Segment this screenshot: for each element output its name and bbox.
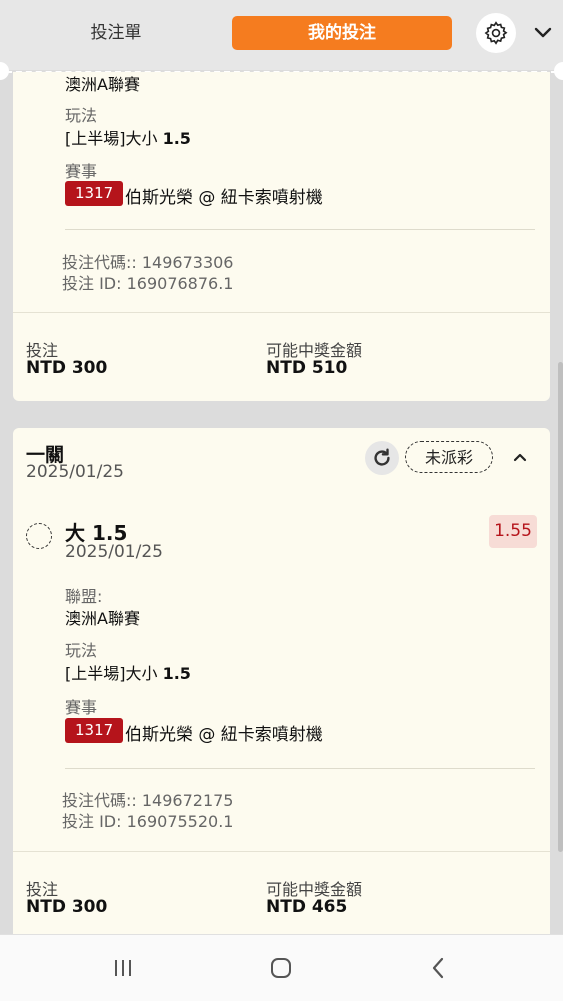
payout-value: NTD 510: [266, 358, 348, 378]
bet-card: 澳洲A聯賽 玩法 [上半場]大小 1.5 賽事 1317 伯斯光榮 @ 紐卡索噴…: [13, 72, 550, 401]
footer-divider: [13, 851, 550, 852]
odds-badge: 1.55: [489, 515, 537, 548]
market-value: [上半場]大小 1.5: [65, 664, 191, 683]
payout-value: NTD 465: [266, 897, 348, 917]
refresh-icon: [374, 448, 390, 466]
market-label: 玩法: [65, 106, 98, 125]
bet-id: 投注 ID: 169075520.1: [62, 812, 234, 831]
selection-status-icon: [26, 523, 52, 549]
chevron-down-icon: [534, 27, 552, 38]
event-label: 賽事: [65, 162, 98, 181]
event-label: 賽事: [65, 698, 98, 717]
recent-apps-icon: [115, 960, 131, 976]
collapse-button[interactable]: [507, 444, 533, 470]
tab-my-bets[interactable]: 我的投注: [232, 16, 452, 50]
bets-list[interactable]: 澳洲A聯賽 玩法 [上半場]大小 1.5 賽事 1317 伯斯光榮 @ 紐卡索噴…: [0, 72, 563, 934]
event-name: 伯斯光榮 @ 紐卡索噴射機: [125, 188, 323, 208]
divider: [65, 229, 535, 230]
bet-panel-header: 投注單 我的投注: [0, 0, 563, 70]
chevron-up-icon: [513, 453, 527, 462]
bet-card: 一關 2025/01/25 未派彩 大 1.5 2025/01/25 1.55 …: [13, 428, 550, 934]
event-id-badge: 1317: [65, 718, 124, 743]
system-nav-bar: [0, 934, 563, 1001]
scrollbar[interactable]: [558, 362, 563, 852]
home-button[interactable]: [261, 953, 301, 983]
league-label: 聯盟:: [65, 587, 103, 606]
selection-date: 2025/01/25: [65, 542, 163, 562]
status-badge: 未派彩: [405, 441, 493, 473]
league-value: 澳洲A聯賽: [65, 609, 140, 628]
league-value: 澳洲A聯賽: [65, 75, 140, 94]
bet-id: 投注 ID: 169076876.1: [62, 274, 234, 293]
stake-value: NTD 300: [26, 358, 108, 378]
refresh-button[interactable]: [365, 441, 399, 475]
bet-date: 2025/01/25: [26, 462, 124, 482]
stake-value: NTD 300: [26, 897, 108, 917]
tab-bet-slip[interactable]: 投注單: [36, 16, 196, 50]
recent-apps-button[interactable]: [103, 953, 143, 983]
event-id-badge: 1317: [65, 181, 124, 206]
market-value: [上半場]大小 1.5: [65, 129, 191, 148]
back-icon: [432, 957, 444, 979]
market-label: 玩法: [65, 641, 98, 660]
footer-divider: [13, 312, 550, 313]
gear-icon: [484, 21, 508, 45]
home-icon: [271, 958, 291, 978]
divider: [65, 768, 535, 769]
event-name: 伯斯光榮 @ 紐卡索噴射機: [125, 725, 323, 745]
expand-panel-button[interactable]: [530, 20, 556, 46]
back-button[interactable]: [418, 953, 458, 983]
settings-button[interactable]: [476, 13, 516, 53]
